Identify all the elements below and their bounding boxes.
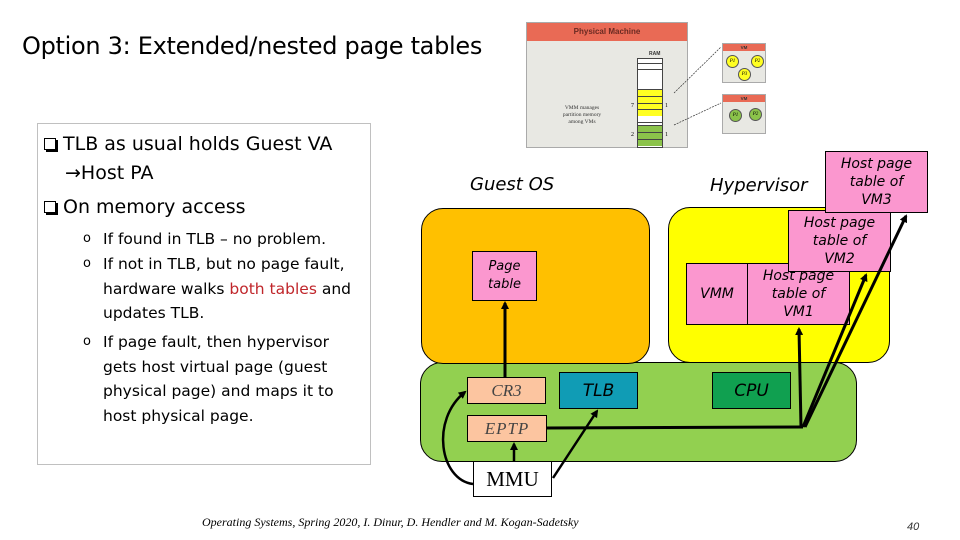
footer-credits: Operating Systems, Spring 2020, I. Dinur… xyxy=(202,515,579,529)
physical-machine-thumbnail: Physical Machine RAM VMM manages partiti… xyxy=(526,22,688,148)
host-pt-vm3-label: Host page table of VM3 xyxy=(840,156,913,208)
bullet-1-text-2: Host PA xyxy=(80,162,154,184)
tlb-box: TLB xyxy=(559,372,638,409)
eptp-register: EPTP xyxy=(467,415,547,442)
host-pt-vm2-label: Host page table of VM2 xyxy=(803,215,876,267)
process-p1: P1 xyxy=(726,55,739,68)
subbullet-2-line-1: If not in TLB, but no page fault, xyxy=(103,255,345,273)
page-number: 40 xyxy=(907,521,920,533)
cpu-box: CPU xyxy=(712,372,791,409)
slide-title: Option 3: Extended/nested page tables xyxy=(22,32,483,60)
right-arrow-icon: → xyxy=(65,162,81,184)
bullet-2: On memory access xyxy=(44,193,246,222)
subbullet-2-text-post: and xyxy=(316,279,351,298)
thumbnail-header: Physical Machine xyxy=(527,23,687,41)
cr3-register: CR3 xyxy=(467,377,546,404)
subbullet-2-text-pre: hardware walks xyxy=(103,279,230,298)
vmm-box: VMM xyxy=(686,263,748,325)
checkbox-bullet-icon xyxy=(44,138,56,150)
host-pt-vm1-label: Host page table of VM1 xyxy=(762,268,835,320)
subbullet-3: o If page fault, then hypervisor gets ho… xyxy=(83,330,334,428)
cpu-label: CPU xyxy=(734,380,769,401)
circle-bullet-icon: o xyxy=(83,231,91,246)
subbullet-2: o If not in TLB, but no page fault, hard… xyxy=(83,252,351,326)
process-p2: P2 xyxy=(749,108,762,121)
bullet-1-cont: →Host PA xyxy=(65,159,153,188)
ram-label: RAM xyxy=(649,51,661,57)
vm-1-header: VM xyxy=(723,44,765,51)
process-p2: P2 xyxy=(751,55,764,68)
subbullet-3-line-1: If page fault, then hypervisor xyxy=(103,333,329,351)
subbullet-3-line-2: gets host virtual page (guest xyxy=(103,357,328,376)
vmm-label: VMM xyxy=(700,286,734,302)
ram-mark-7: 7 xyxy=(631,103,634,109)
highlight-both-tables: both tables xyxy=(229,279,317,298)
mmu-label: MMU xyxy=(486,466,539,491)
eptp-label: EPTP xyxy=(484,418,530,438)
process-p3: P3 xyxy=(738,68,751,81)
process-p1: P1 xyxy=(729,109,742,122)
thumbnail-note: VMM manages partition memory among VMs xyxy=(562,105,602,125)
subbullet-1-text: If found in TLB – no problem. xyxy=(103,230,327,248)
bullet-2-text: On memory access xyxy=(63,196,246,218)
host-page-table-vm3: Host page table of VM3 xyxy=(825,151,928,213)
vm-thumbnail-2: VM P1 P2 xyxy=(722,94,766,134)
vm-2-header: VM xyxy=(723,95,765,102)
tlb-label: TLB xyxy=(582,380,615,401)
ram-column xyxy=(637,58,663,148)
bullet-1: TLB as usual holds Guest VA xyxy=(44,130,332,159)
ram-mark-2: 2 xyxy=(631,132,634,138)
mmu-box: MMU xyxy=(473,461,552,497)
circle-bullet-icon: o xyxy=(83,334,91,349)
hypervisor-label: Hypervisor xyxy=(710,175,808,196)
subbullet-3-line-3: physical page) and maps it to xyxy=(103,382,334,400)
ram-mark-1a: 1 xyxy=(665,103,668,109)
ram-mark-1b: 1 xyxy=(665,132,668,138)
subbullet-2-line-2: hardware walks both tables and xyxy=(103,277,351,302)
subbullet-2-line-3: updates TLB. xyxy=(103,304,205,322)
host-page-table-vm2: Host page table of VM2 xyxy=(788,210,891,272)
checkbox-bullet-icon xyxy=(44,201,56,213)
bullet-1-text: TLB as usual holds Guest VA xyxy=(63,133,333,155)
bullet-box: TLB as usual holds Guest VA →Host PA On … xyxy=(37,123,371,465)
page-table-box: Page table xyxy=(472,251,537,301)
circle-bullet-icon: o xyxy=(83,256,91,271)
subbullet-3-line-4: host physical page. xyxy=(103,406,254,425)
page-table-label: Page table xyxy=(488,259,521,292)
subbullet-1: o If found in TLB – no problem. xyxy=(83,227,327,252)
cr3-label: CR3 xyxy=(491,380,522,400)
host-page-table-vm1: Host page table of VM1 xyxy=(747,263,850,325)
guest-os-label: Guest OS xyxy=(470,174,555,195)
vm-thumbnail-1: VM P1 P2 P3 xyxy=(722,43,766,83)
